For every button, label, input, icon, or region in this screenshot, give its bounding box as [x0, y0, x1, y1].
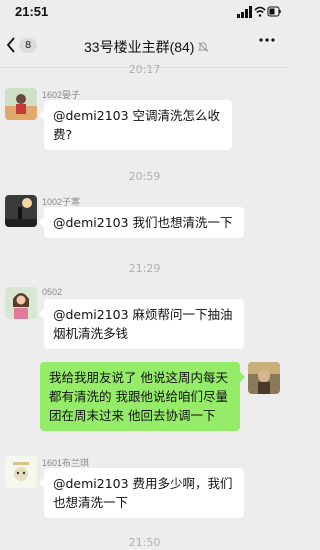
more-options-icon[interactable] — [259, 38, 275, 42]
battery-icon — [267, 6, 281, 17]
message-bubble[interactable]: @demi2103 空调清洗怎么收费? — [39, 100, 232, 150]
chat-header: 8 33号楼业主群(84) — [0, 24, 289, 68]
timestamp: 21:50 — [128, 536, 161, 549]
avatar[interactable] — [5, 287, 37, 319]
message-bubble[interactable]: @demi2103 麻烦帮问一下抽油烟机清洗多钱 — [39, 299, 244, 349]
status-icons — [237, 6, 281, 18]
signal-icon — [237, 6, 252, 18]
timestamp: 21:29 — [128, 262, 161, 275]
timestamp: 20:17 — [128, 63, 161, 76]
back-button[interactable]: 8 — [6, 33, 38, 57]
avatar-self[interactable] — [248, 362, 280, 394]
message-bubble-outgoing[interactable]: 我给我朋友说了 他说这周内每天都有清洗的 我跟他说给咱们尽量团在周末过来 他回去… — [40, 362, 245, 431]
status-time: 21:51 — [15, 4, 49, 19]
unread-count-badge: 8 — [19, 37, 38, 53]
status-bar: 21:51 — [0, 0, 289, 24]
mute-bell-icon — [198, 42, 209, 52]
avatar[interactable] — [5, 88, 37, 120]
chat-title: 33号楼业主群(84) — [84, 37, 209, 57]
message-bubble[interactable]: @demi2103 我们也想清洗一下 — [39, 207, 244, 238]
wifi-icon — [254, 6, 266, 17]
timestamp: 20:59 — [128, 170, 161, 183]
chat-title-text: 33号楼业主群(84) — [84, 39, 195, 55]
avatar[interactable] — [5, 456, 37, 488]
avatar[interactable] — [5, 195, 37, 227]
sender-name: 0502 — [42, 287, 63, 297]
chevron-left-icon — [6, 37, 15, 53]
message-bubble[interactable]: @demi2103 费用多少啊，我们也想清洗一下 — [39, 468, 244, 518]
